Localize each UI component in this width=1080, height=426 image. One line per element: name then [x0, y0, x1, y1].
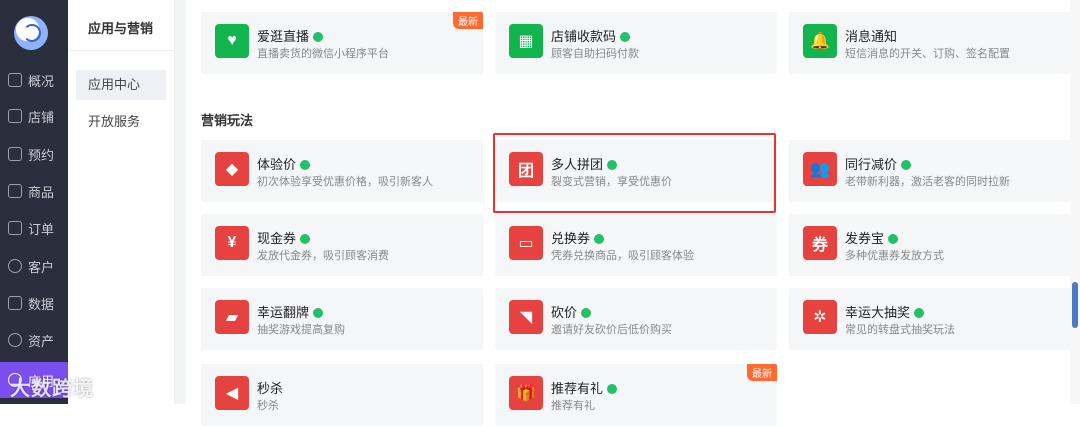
card-name: 体验价 — [257, 157, 297, 172]
card-trial-price[interactable]: ◆ 体验价 初次体验享受优惠价格，吸引新客人 — [201, 140, 483, 202]
card-peer-discount[interactable]: 👥 同行减价 老带新利器，激活老客的同时拉新 — [789, 140, 1071, 202]
users-icon: 👥 — [803, 152, 837, 186]
nav-assets[interactable]: 资产 — [0, 322, 68, 358]
verified-icon — [594, 233, 605, 244]
gift-icon: 🎁 — [509, 376, 543, 410]
card-name: 砍价 — [551, 305, 578, 320]
bag-icon — [8, 184, 22, 198]
card-flash-sale[interactable]: ◀ 秒杀 秒杀 — [201, 364, 483, 426]
bar-chart-icon — [8, 296, 22, 310]
verified-icon — [901, 159, 912, 170]
wallet-icon — [8, 333, 22, 347]
wheel-icon: ✲ — [803, 300, 837, 334]
gap — [175, 0, 185, 404]
subnav-title: 应用与营销 — [88, 21, 154, 36]
card-desc: 凭券兑换商品，吸引顾客体验 — [551, 250, 694, 262]
nav-overview[interactable]: 概况 — [0, 62, 68, 98]
card-name: 店铺收款码 — [551, 29, 617, 44]
document-icon — [8, 221, 22, 235]
verified-icon — [313, 31, 324, 42]
card-desc: 发放代金券，吸引顾客消费 — [257, 250, 389, 262]
card-desc: 短信消息的开关、订购、签名配置 — [845, 48, 1010, 60]
price-tag-icon: ◥ — [509, 300, 543, 334]
card-qr[interactable]: ▦ 店铺收款码 顾客自助扫码付款 — [495, 12, 777, 74]
card-lucky-draw[interactable]: ✲ 幸运大抽奖 常见的转盘式抽奖玩法 — [789, 288, 1071, 350]
card-name: 秒杀 — [257, 381, 284, 396]
verified-icon — [313, 307, 324, 318]
card-name: 幸运大抽奖 — [845, 305, 911, 320]
nav-customers[interactable]: 客户 — [0, 248, 68, 284]
verified-icon — [620, 31, 631, 42]
store-icon — [8, 109, 22, 123]
card-desc: 常见的转盘式抽奖玩法 — [845, 324, 955, 336]
card-desc: 多种优惠券发放方式 — [845, 250, 944, 262]
verified-icon — [888, 233, 899, 244]
card-name: 推荐有礼 — [551, 381, 604, 396]
app-logo[interactable] — [14, 16, 48, 50]
scrollbar-thumb[interactable] — [1072, 282, 1078, 328]
divider — [68, 50, 174, 51]
card-desc: 老带新利器，激活老客的同时拉新 — [845, 176, 1010, 188]
nav-data[interactable]: 数据 — [0, 285, 68, 321]
watermark: 大数跨境 — [10, 378, 94, 400]
scrollbar-track[interactable] — [1070, 0, 1080, 404]
card-desc: 秒杀 — [257, 400, 279, 412]
card-exchange-coupon[interactable]: ▭ 兑换券 凭券兑换商品，吸引顾客体验 — [495, 214, 777, 276]
subnav-app-center[interactable]: 应用中心 — [76, 70, 166, 100]
verified-icon — [607, 383, 618, 394]
section-title: 营销玩法 — [201, 113, 254, 128]
bell-icon: 🔔 — [803, 24, 837, 58]
card-desc: 初次体验享受优惠价格，吸引新客人 — [257, 176, 433, 188]
verified-icon — [581, 307, 592, 318]
card-name: 爱逛直播 — [257, 29, 310, 44]
card-desc: 抽奖游戏提高复购 — [257, 324, 345, 336]
new-badge: 最新 — [453, 12, 483, 29]
card-desc: 顾客自助扫码付款 — [551, 48, 639, 60]
user-icon — [8, 259, 22, 273]
card-name: 兑换券 — [551, 231, 591, 246]
card-referral[interactable]: 🎁 推荐有礼 推荐有礼 最新 — [495, 364, 777, 426]
monitor-icon — [8, 73, 22, 87]
live-icon: ♥ — [215, 24, 249, 58]
nav-store[interactable]: 店铺 — [0, 98, 68, 134]
ticket-icon: ¥ — [215, 226, 249, 260]
verified-icon — [300, 159, 311, 170]
qr-code-icon: ▦ — [509, 24, 543, 58]
card-notify[interactable]: 🔔 消息通知 短信消息的开关、订购、签名配置 — [789, 12, 1071, 74]
card-flip-icon: ▰ — [215, 300, 249, 334]
main-sidebar: 概况 店铺 预约 商品 订单 客户 数据 资产 应用 — [0, 0, 68, 404]
nav-booking[interactable]: 预约 — [0, 136, 68, 172]
card-cash-coupon[interactable]: ¥ 现金券 发放代金券，吸引顾客消费 — [201, 214, 483, 276]
card-lucky-flip[interactable]: ▰ 幸运翻牌 抽奖游戏提高复购 — [201, 288, 483, 350]
card-name: 幸运翻牌 — [257, 305, 310, 320]
card-live[interactable]: ♥ 爱逛直播 直播卖货的微信小程序平台 最新 — [201, 12, 483, 74]
flash-icon: ◀ — [215, 376, 249, 410]
verified-icon — [300, 233, 311, 244]
card-name: 现金券 — [257, 231, 297, 246]
card-name: 消息通知 — [845, 29, 898, 44]
nav-products[interactable]: 商品 — [0, 173, 68, 209]
new-badge: 最新 — [747, 364, 777, 381]
card-name: 同行减价 — [845, 157, 898, 172]
coupon-icon: 券 — [803, 226, 837, 260]
subnav-open-service[interactable]: 开放服务 — [76, 107, 166, 137]
card-desc: 推荐有礼 — [551, 400, 595, 412]
card-name: 发券宝 — [845, 231, 885, 246]
card-bargain[interactable]: ◥ 砍价 邀请好友砍价后低价购买 — [495, 288, 777, 350]
card-desc: 直播卖货的微信小程序平台 — [257, 48, 389, 60]
sub-sidebar: 应用与营销 应用中心 开放服务 — [68, 0, 175, 404]
nav-orders[interactable]: 订单 — [0, 210, 68, 246]
card-desc: 邀请好友砍价后低价购买 — [551, 324, 672, 336]
verified-icon — [914, 307, 925, 318]
card-coupon-tool[interactable]: 券 发券宝 多种优惠券发放方式 — [789, 214, 1071, 276]
gift-box-icon: ▭ — [509, 226, 543, 260]
calendar-icon — [8, 147, 22, 161]
highlight-box — [493, 133, 776, 213]
tag-icon: ◆ — [215, 152, 249, 186]
